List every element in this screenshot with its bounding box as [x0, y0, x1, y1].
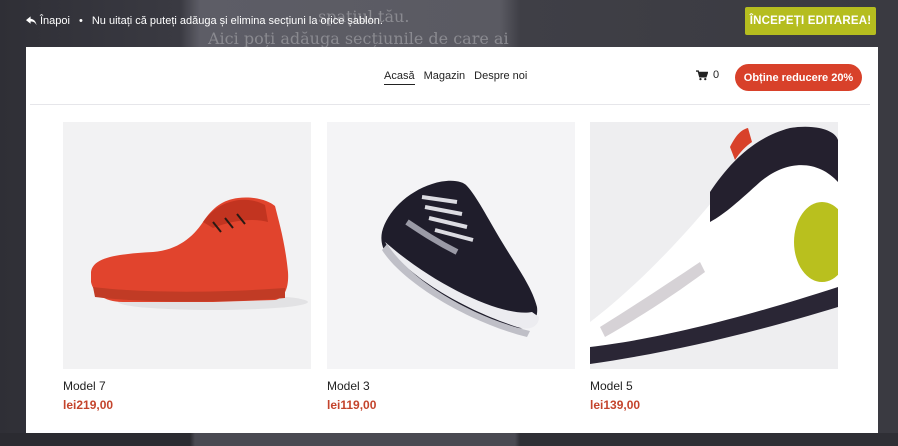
get-discount-button[interactable]: Obține reducere 20%: [735, 64, 862, 91]
product-image-white-sneaker[interactable]: [590, 122, 838, 369]
product-image-red-sneaker[interactable]: [63, 122, 311, 369]
site-header: Acasă Magazin Despre noi 0 Obține reduce…: [30, 47, 870, 105]
nav-item-home[interactable]: Acasă: [384, 70, 415, 85]
background-bottom-strip: [0, 433, 898, 446]
cart-count: 0: [713, 69, 720, 81]
site-preview-panel: Acasă Magazin Despre noi 0 Obține reduce…: [26, 47, 878, 433]
product-price: lei139,00: [590, 398, 641, 412]
product-price: lei219,00: [63, 398, 114, 412]
nav-item-shop[interactable]: Magazin: [424, 70, 466, 85]
product-card[interactable]: Model 5 lei139,00: [590, 122, 838, 412]
product-name[interactable]: Model 7: [63, 379, 106, 393]
product-card[interactable]: Model 7 lei219,00: [63, 122, 311, 412]
product-card[interactable]: Model 3 lei119,00: [327, 122, 575, 412]
start-editing-button[interactable]: ÎNCEPEȚI EDITAREA!: [745, 7, 876, 35]
product-name[interactable]: Model 3: [327, 379, 370, 393]
back-link[interactable]: Înapoi • Nu uitați că puteți adăuga și e…: [26, 15, 383, 27]
cart-button[interactable]: 0: [696, 69, 719, 81]
product-name[interactable]: Model 5: [590, 379, 633, 393]
product-image-black-sneaker[interactable]: [327, 122, 575, 369]
white-sneaker-image: [590, 122, 838, 369]
red-sneaker-image: [63, 122, 311, 369]
separator-bullet: •: [78, 15, 83, 27]
black-sneaker-image: [327, 122, 575, 369]
nav-item-about[interactable]: Despre noi: [474, 70, 527, 85]
back-arrow-icon: [26, 16, 37, 26]
cart-icon: [696, 69, 708, 80]
main-nav: Acasă Magazin Despre noi: [384, 70, 527, 85]
editor-top-bar: Înapoi • Nu uitați că puteți adăuga și e…: [0, 0, 898, 46]
product-price: lei119,00: [327, 398, 377, 412]
template-notice: Nu uitați că puteți adăuga și elimina se…: [91, 15, 383, 27]
back-label: Înapoi: [40, 15, 70, 27]
